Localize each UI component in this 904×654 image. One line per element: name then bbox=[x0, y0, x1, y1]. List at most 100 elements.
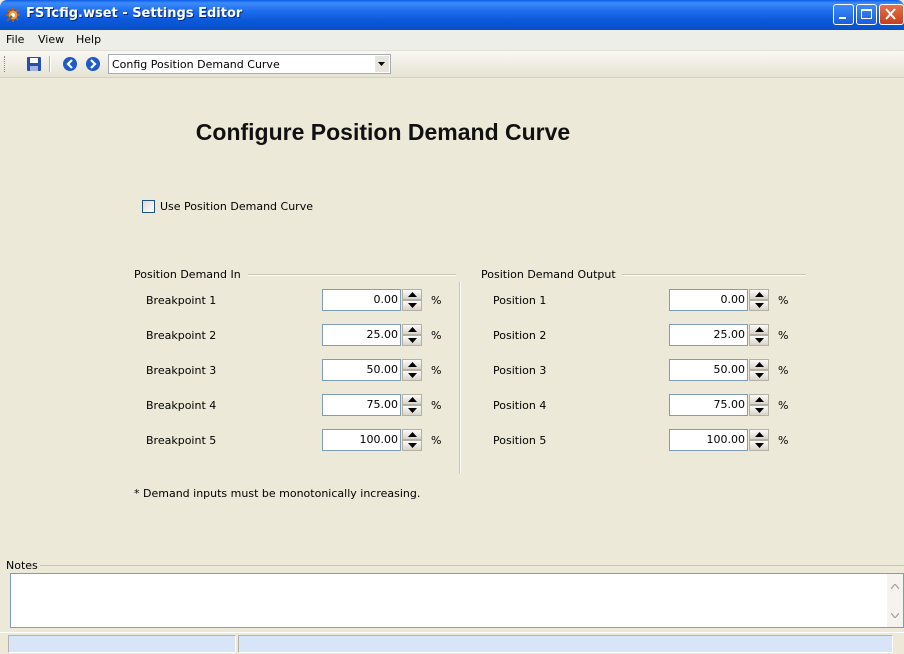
maximize-button[interactable] bbox=[856, 4, 877, 25]
spin-up-button[interactable] bbox=[402, 359, 422, 370]
use-curve-label[interactable]: Use Position Demand Curve bbox=[160, 200, 313, 213]
window-title: FSTcfig.wset - Settings Editor bbox=[26, 6, 243, 21]
spin-value-text: 75.00 bbox=[366, 398, 399, 411]
spin-down-button[interactable] bbox=[749, 405, 769, 416]
spinner-buttons bbox=[402, 359, 422, 381]
spinner-buttons bbox=[749, 324, 769, 346]
demand-out-row-label: Position 4 bbox=[493, 399, 547, 412]
demand-out-value-input[interactable]: 50.00 bbox=[669, 359, 748, 381]
spin-value-text: 100.00 bbox=[706, 433, 746, 446]
demand-out-row-label: Position 2 bbox=[493, 329, 547, 342]
demand-out-value-input[interactable]: 0.00 bbox=[669, 289, 748, 311]
arrow-right-circle-icon[interactable] bbox=[85, 56, 101, 72]
arrow-up-icon bbox=[408, 292, 417, 297]
arrow-down-icon bbox=[408, 303, 417, 308]
page-select-dropdown[interactable]: Config Position Demand Curve bbox=[108, 54, 391, 74]
spin-down-button[interactable] bbox=[749, 335, 769, 346]
demand-in-group-title: Position Demand In bbox=[134, 268, 247, 281]
demand-out-value-input[interactable]: 75.00 bbox=[669, 394, 748, 416]
spinner-buttons bbox=[402, 324, 422, 346]
spin-down-button[interactable] bbox=[402, 300, 422, 311]
spin-down-button[interactable] bbox=[749, 300, 769, 311]
arrow-down-icon bbox=[408, 373, 417, 378]
notes-group-line bbox=[40, 565, 904, 566]
spin-down-button[interactable] bbox=[402, 335, 422, 346]
close-button[interactable] bbox=[879, 4, 904, 25]
spin-up-button[interactable] bbox=[749, 289, 769, 300]
dropdown-arrow-button[interactable] bbox=[375, 56, 389, 72]
spin-down-button[interactable] bbox=[402, 370, 422, 381]
spin-up-button[interactable] bbox=[402, 324, 422, 335]
status-cell-left bbox=[8, 635, 236, 653]
arrow-down-icon bbox=[408, 338, 417, 343]
scroll-up-icon[interactable] bbox=[891, 584, 899, 589]
spin-value-text: 0.00 bbox=[373, 293, 399, 306]
arrow-down-icon bbox=[755, 303, 764, 308]
percent-unit-label: % bbox=[778, 294, 789, 307]
footnote: * Demand inputs must be monotonically in… bbox=[134, 487, 421, 500]
spinner-buttons bbox=[402, 289, 422, 311]
arrow-left-circle-icon[interactable] bbox=[62, 56, 78, 72]
spin-up-button[interactable] bbox=[749, 359, 769, 370]
config-panel: Configure Position Demand Curve Use Posi… bbox=[0, 78, 904, 556]
group-separator bbox=[459, 282, 461, 474]
spin-value-text: 100.00 bbox=[359, 433, 399, 446]
spin-up-button[interactable] bbox=[749, 394, 769, 405]
spin-down-button[interactable] bbox=[402, 405, 422, 416]
use-curve-checkbox[interactable] bbox=[142, 200, 155, 213]
arrow-down-icon bbox=[408, 408, 417, 413]
arrow-up-icon bbox=[755, 362, 764, 367]
spin-up-button[interactable] bbox=[402, 429, 422, 440]
demand-in-value-input[interactable]: 100.00 bbox=[322, 429, 401, 451]
arrow-up-icon bbox=[755, 292, 764, 297]
demand-in-row-label: Breakpoint 2 bbox=[146, 329, 217, 342]
title-bar[interactable]: FSTcfig.wset - Settings Editor bbox=[0, 0, 904, 30]
notes-textarea[interactable] bbox=[10, 573, 904, 628]
percent-unit-label: % bbox=[778, 434, 789, 447]
toolbar-grip[interactable] bbox=[4, 56, 7, 72]
demand-in-value-input[interactable]: 0.00 bbox=[322, 289, 401, 311]
minimize-icon bbox=[839, 17, 846, 19]
spinner-buttons bbox=[402, 429, 422, 451]
arrow-up-icon bbox=[408, 327, 417, 332]
spinner-buttons bbox=[749, 394, 769, 416]
percent-unit-label: % bbox=[431, 399, 442, 412]
demand-in-value-input[interactable]: 75.00 bbox=[322, 394, 401, 416]
spin-up-button[interactable] bbox=[402, 394, 422, 405]
demand-out-value-input[interactable]: 100.00 bbox=[669, 429, 748, 451]
demand-in-value-input[interactable]: 25.00 bbox=[322, 324, 401, 346]
settings-gear-icon bbox=[6, 8, 20, 22]
arrow-up-icon bbox=[408, 362, 417, 367]
arrow-up-icon bbox=[755, 327, 764, 332]
arrow-up-icon bbox=[755, 397, 764, 402]
scroll-down-icon[interactable] bbox=[891, 613, 899, 618]
arrow-down-icon bbox=[755, 373, 764, 378]
spin-up-button[interactable] bbox=[402, 289, 422, 300]
spinner-buttons bbox=[749, 289, 769, 311]
spin-up-button[interactable] bbox=[749, 429, 769, 440]
notes-scrollbar[interactable] bbox=[887, 574, 903, 627]
close-icon bbox=[885, 8, 896, 20]
floppy-disk-icon[interactable] bbox=[26, 56, 42, 72]
demand-in-value-input[interactable]: 50.00 bbox=[322, 359, 401, 381]
demand-out-row-label: Position 5 bbox=[493, 434, 547, 447]
menu-file[interactable]: File bbox=[6, 33, 24, 46]
maximize-icon bbox=[861, 9, 872, 19]
spin-value-text: 25.00 bbox=[366, 328, 399, 341]
spin-down-button[interactable] bbox=[402, 440, 422, 451]
demand-out-row-label: Position 1 bbox=[493, 294, 547, 307]
demand-in-row-label: Breakpoint 3 bbox=[146, 364, 217, 377]
toolbar-separator bbox=[49, 56, 51, 72]
spin-down-button[interactable] bbox=[749, 440, 769, 451]
spin-up-button[interactable] bbox=[749, 324, 769, 335]
menu-help[interactable]: Help bbox=[76, 33, 101, 46]
spin-down-button[interactable] bbox=[749, 370, 769, 381]
menu-view[interactable]: View bbox=[38, 33, 64, 46]
minimize-button[interactable] bbox=[833, 4, 854, 25]
spinner-buttons bbox=[749, 429, 769, 451]
arrow-down-icon bbox=[755, 408, 764, 413]
demand-in-row-label: Breakpoint 5 bbox=[146, 434, 217, 447]
chevron-down-icon bbox=[378, 62, 385, 66]
demand-out-value-input[interactable]: 25.00 bbox=[669, 324, 748, 346]
spin-value-text: 50.00 bbox=[366, 363, 399, 376]
